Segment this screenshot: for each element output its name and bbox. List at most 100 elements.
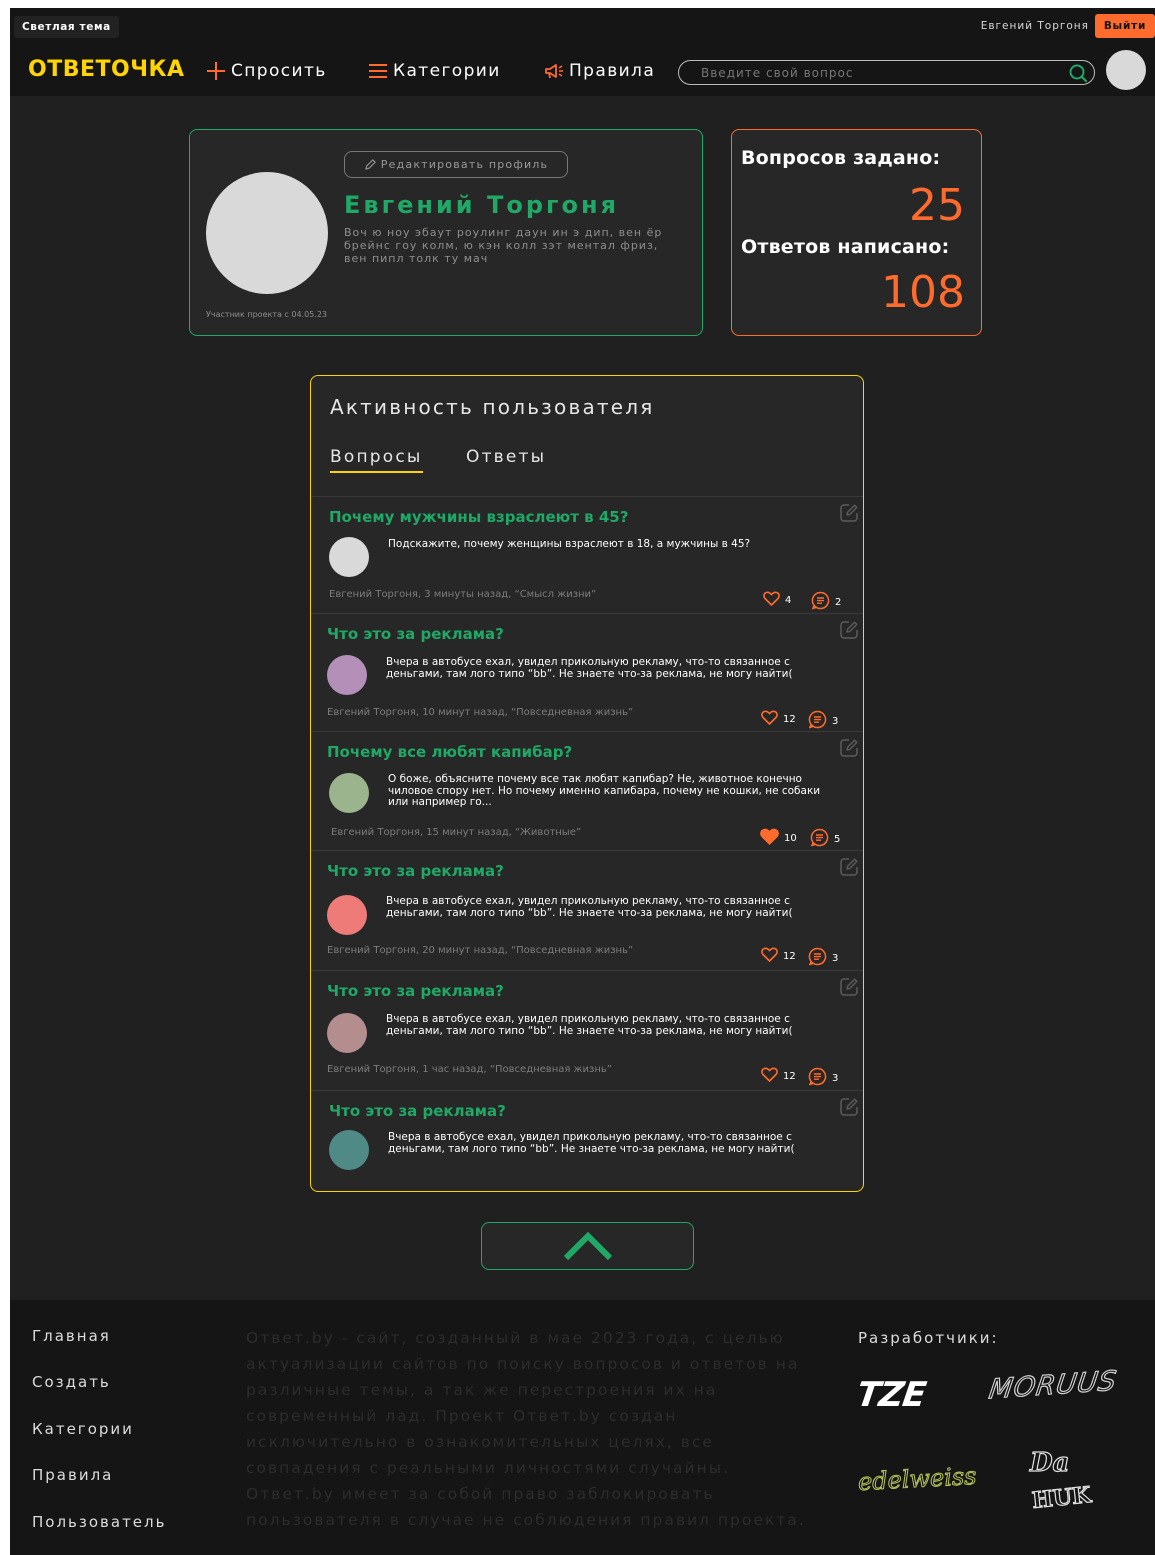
edit-profile-button[interactable]: Редактировать профиль bbox=[344, 151, 568, 178]
comments-count: 3 bbox=[832, 715, 839, 727]
question-meta: Евгений Торгоня, 15 минут назад, “Животн… bbox=[331, 827, 582, 838]
likes-count: 10 bbox=[784, 832, 797, 844]
profile-bio: Воч ю ноу эбаут роулинг даун ин э дип, в… bbox=[344, 226, 663, 265]
site-logo[interactable]: ОТВЕТОЧКА bbox=[28, 57, 185, 83]
question-item[interactable]: Почему все любят капибар? О боже, объясн… bbox=[311, 731, 863, 850]
tab-answers[interactable]: Ответы bbox=[466, 445, 546, 469]
edit-question-icon[interactable] bbox=[839, 738, 859, 758]
nav-ask-link[interactable]: Спросить bbox=[205, 57, 327, 85]
question-text: О боже, объясните почему все так любят к… bbox=[388, 773, 821, 808]
question-meta: Евгений Торгоня, 20 минут назад, “Повсед… bbox=[327, 945, 634, 956]
activity-panel: Активность пользователя Вопросы Ответы П… bbox=[310, 375, 864, 1192]
question-author-avatar[interactable] bbox=[327, 655, 367, 695]
question-title[interactable]: Что это за реклама? bbox=[327, 861, 504, 881]
developers-title: Разработчики: bbox=[858, 1329, 999, 1347]
question-author-avatar[interactable] bbox=[327, 895, 367, 935]
comments-icon bbox=[808, 710, 827, 732]
comments-count: 3 bbox=[832, 952, 839, 964]
pencil-icon bbox=[365, 159, 376, 170]
search-input[interactable] bbox=[701, 64, 1041, 81]
question-title[interactable]: Что это за реклама? bbox=[327, 624, 504, 644]
tab-questions[interactable]: Вопросы bbox=[330, 445, 423, 473]
edit-question-icon[interactable] bbox=[839, 977, 859, 997]
profile-avatar bbox=[206, 172, 328, 294]
question-author-avatar[interactable] bbox=[329, 537, 369, 577]
comments-counter[interactable]: 3 bbox=[808, 1067, 838, 1089]
edit-profile-label: Редактировать профиль bbox=[380, 158, 549, 171]
nav-categories-link[interactable]: Категории bbox=[367, 57, 501, 85]
question-item[interactable]: Что это за реклама? Вчера в автобусе еха… bbox=[311, 850, 863, 970]
footer-link-user[interactable]: Пользователь bbox=[32, 1512, 166, 1532]
footer-link-rules[interactable]: Правила bbox=[32, 1465, 113, 1485]
question-list: Почему мужчины взраслеют в 45? Подскажит… bbox=[311, 496, 863, 1190]
user-avatar[interactable] bbox=[1106, 50, 1146, 90]
profile-name: Евгений Торгоня bbox=[344, 191, 620, 219]
scroll-to-top-button[interactable] bbox=[481, 1222, 694, 1270]
comments-count: 3 bbox=[832, 1072, 839, 1084]
search-bar bbox=[678, 60, 1095, 85]
question-text: Подскажите, почему женщины взраслеют в 1… bbox=[388, 538, 751, 550]
likes-count: 4 bbox=[785, 594, 792, 606]
question-meta: Евгений Торгоня, 3 минуты назад, “Смысл … bbox=[329, 589, 597, 600]
likes-counter[interactable]: 12 bbox=[761, 1067, 796, 1085]
question-title[interactable]: Что это за реклама? bbox=[329, 1101, 506, 1121]
question-meta: Евгений Торгоня, 10 минут назад, “Повсед… bbox=[327, 707, 634, 718]
heart-icon bbox=[761, 1067, 778, 1085]
heart-icon bbox=[763, 591, 780, 609]
question-text: Вчера в автобусе ехал, увидел прикольную… bbox=[386, 656, 793, 680]
likes-counter[interactable]: 12 bbox=[761, 710, 796, 728]
question-item[interactable]: Что это за реклама? Вчера в автобусе еха… bbox=[311, 613, 863, 732]
member-since: Участник проекта с 04.05.23 bbox=[206, 310, 327, 319]
question-text: Вчера в автобусе ехал, увидел прикольную… bbox=[388, 1131, 795, 1155]
developer-logo-huk[interactable]: HUK bbox=[1030, 1481, 1093, 1514]
comments-counter[interactable]: 2 bbox=[811, 591, 841, 613]
likes-counter[interactable]: 10 bbox=[760, 828, 797, 848]
question-title[interactable]: Почему все любят капибар? bbox=[327, 742, 572, 762]
edit-question-icon[interactable] bbox=[839, 857, 859, 877]
footer: Главная Создать Категории Правила Пользо… bbox=[10, 1300, 1155, 1555]
comments-counter[interactable]: 3 bbox=[808, 710, 838, 732]
footer-link-home[interactable]: Главная bbox=[32, 1326, 111, 1346]
question-title[interactable]: Что это за реклама? bbox=[327, 981, 504, 1001]
activity-title: Активность пользователя bbox=[330, 395, 655, 419]
edit-question-icon[interactable] bbox=[839, 503, 859, 523]
comments-counter[interactable]: 5 bbox=[810, 828, 840, 850]
nav-rules-link[interactable]: Правила bbox=[543, 57, 655, 85]
question-item[interactable]: Что это за реклама? Вчера в автобусе еха… bbox=[311, 1090, 863, 1190]
question-text: Вчера в автобусе ехал, увидел прикольную… bbox=[386, 895, 793, 919]
megaphone-icon bbox=[545, 64, 563, 79]
likes-counter[interactable]: 12 bbox=[761, 947, 796, 965]
question-item[interactable]: Почему мужчины взраслеют в 45? Подскажит… bbox=[311, 496, 863, 613]
top-bar: Светлая тема Евгений Торгоня Выйти bbox=[10, 8, 1155, 45]
likes-counter[interactable]: 4 bbox=[763, 591, 791, 609]
developer-logo-tze[interactable]: TZE bbox=[854, 1375, 928, 1415]
nav-categories-label: Категории bbox=[393, 61, 501, 81]
comments-icon bbox=[808, 947, 827, 969]
comments-count: 5 bbox=[834, 833, 841, 845]
developer-logo-da[interactable]: Da bbox=[1029, 1447, 1070, 1478]
comments-icon bbox=[810, 828, 829, 850]
question-author-avatar[interactable] bbox=[329, 1130, 369, 1170]
nav-ask-label: Спросить bbox=[231, 61, 327, 81]
developer-logo-moruus[interactable]: MORUUS bbox=[986, 1365, 1119, 1406]
current-username[interactable]: Евгений Торгоня bbox=[981, 17, 1089, 35]
question-author-avatar[interactable] bbox=[329, 773, 369, 813]
question-item[interactable]: Что это за реклама? Вчера в автобусе еха… bbox=[311, 970, 863, 1090]
likes-count: 12 bbox=[783, 713, 796, 725]
search-icon[interactable] bbox=[1068, 63, 1088, 83]
footer-link-create[interactable]: Создать bbox=[32, 1372, 111, 1392]
stats-card: Вопросов задано: 25 Ответов написано: 10… bbox=[731, 129, 982, 336]
questions-count-value: 25 bbox=[909, 180, 965, 231]
footer-about-text: Ответ.by - сайт, созданный в мае 2023 го… bbox=[246, 1329, 806, 1529]
profile-card: Редактировать профиль Евгений Торгоня Во… bbox=[189, 129, 703, 336]
question-title[interactable]: Почему мужчины взраслеют в 45? bbox=[329, 507, 628, 527]
developer-logo-edelweiss[interactable]: edelweiss bbox=[857, 1461, 978, 1496]
comments-counter[interactable]: 3 bbox=[808, 947, 838, 969]
likes-count: 12 bbox=[783, 950, 796, 962]
question-author-avatar[interactable] bbox=[327, 1013, 367, 1053]
footer-link-categories[interactable]: Категории bbox=[32, 1419, 134, 1439]
edit-question-icon[interactable] bbox=[839, 1097, 859, 1117]
theme-toggle-button[interactable]: Светлая тема bbox=[14, 16, 119, 38]
edit-question-icon[interactable] bbox=[839, 620, 859, 640]
logout-button[interactable]: Выйти bbox=[1095, 14, 1155, 38]
